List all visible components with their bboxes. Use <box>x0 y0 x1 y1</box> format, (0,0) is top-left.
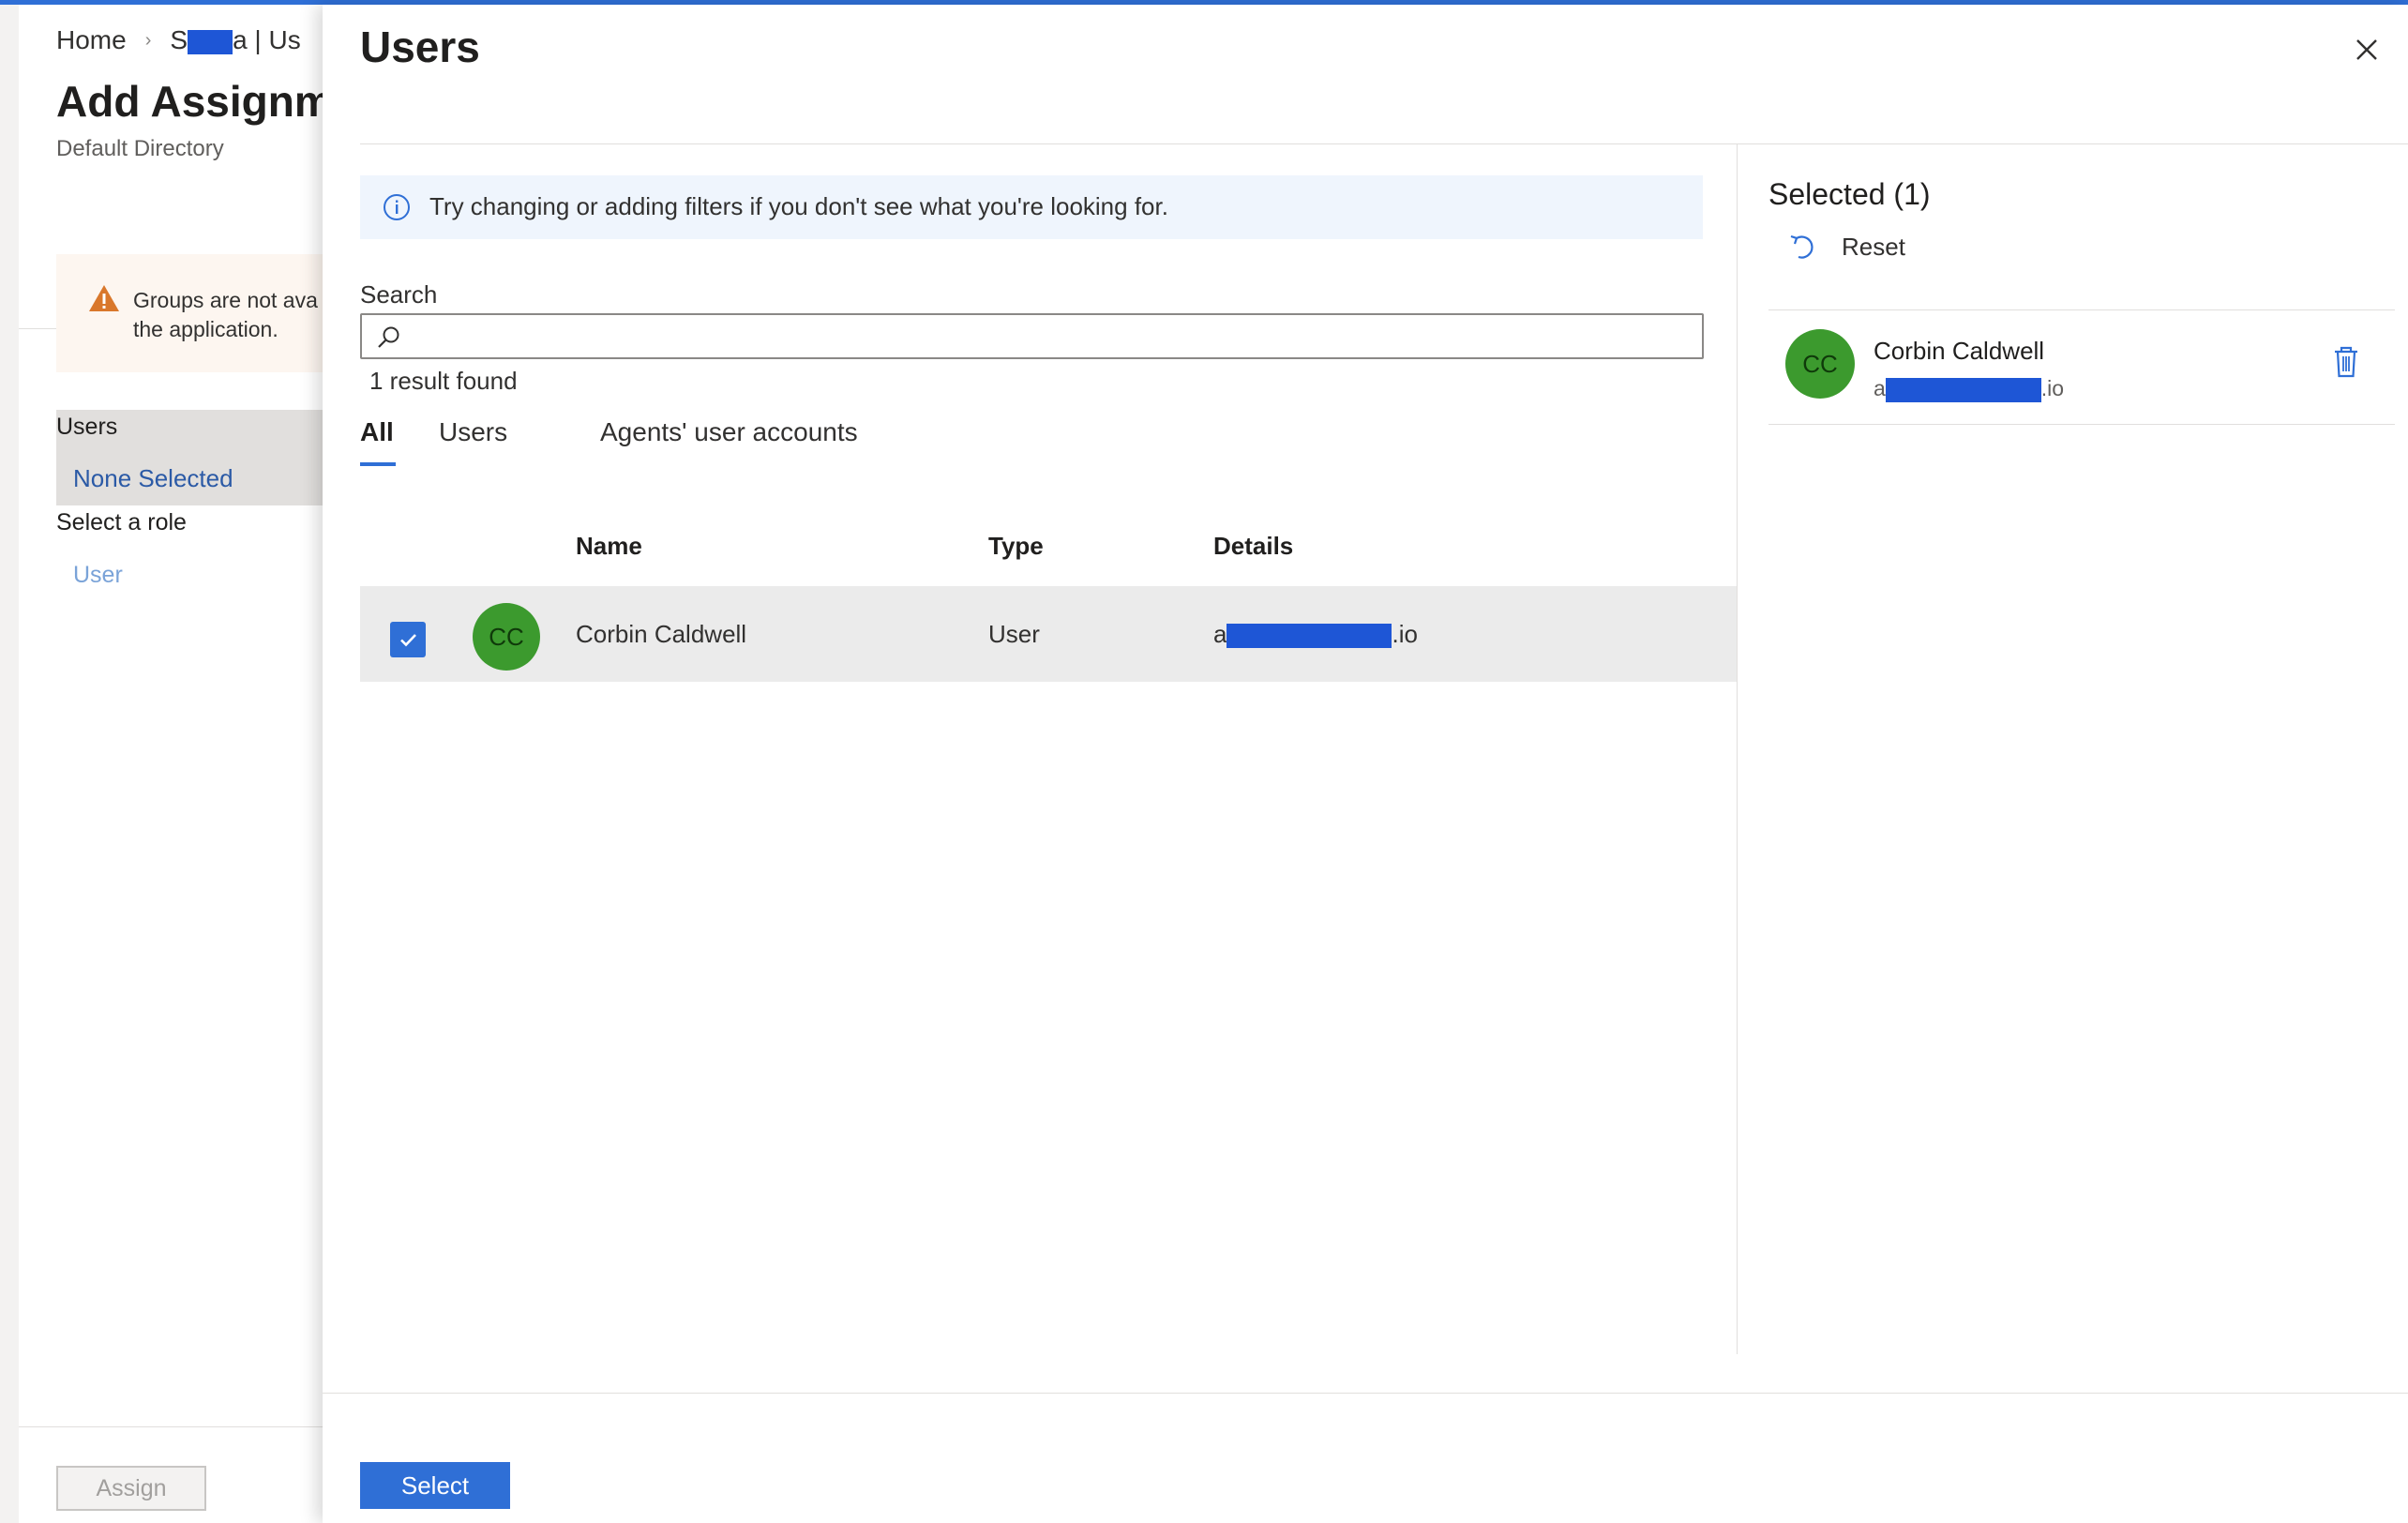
row-name: Corbin Caldwell <box>576 620 747 648</box>
role-label: Select a role <box>56 509 187 535</box>
search-box[interactable] <box>360 313 1704 359</box>
search-icon <box>378 326 399 348</box>
selected-count-title: Selected (1) <box>1768 177 1931 211</box>
info-text: Try changing or adding filters if you do… <box>429 192 1168 220</box>
column-header-type[interactable]: Type <box>988 532 1044 561</box>
page-title: Add Assignm <box>56 77 323 126</box>
select-button[interactable]: Select <box>360 1462 510 1509</box>
selected-item-email: a .io <box>1874 376 2065 402</box>
info-banner: Try changing or adding filters if you do… <box>360 175 1703 239</box>
users-panel: Users Try changing or adding filters if … <box>323 5 2408 1523</box>
result-count: 1 result found <box>369 367 518 395</box>
info-icon <box>384 194 410 220</box>
checkmark-icon <box>400 634 416 647</box>
warning-text: Groups are not ava the application. <box>133 288 318 341</box>
redaction-block <box>188 29 233 54</box>
selected-item-name: Corbin Caldwell <box>1874 337 2045 365</box>
divider <box>1768 424 2395 425</box>
role-value-link[interactable]: User <box>73 562 123 589</box>
search-label: Search <box>360 280 438 309</box>
close-icon[interactable] <box>2348 31 2385 68</box>
background-blade: Home › Sa | Us Add Assignm Default Direc… <box>0 5 323 1523</box>
divider <box>19 1426 323 1427</box>
row-checkbox[interactable] <box>390 622 426 657</box>
row-type: User <box>988 620 1040 648</box>
reset-button[interactable]: Reset <box>1787 226 1905 267</box>
column-header-details[interactable]: Details <box>1213 532 1293 561</box>
avatar: CC <box>1785 329 1855 399</box>
column-header-name[interactable]: Name <box>576 532 642 561</box>
divider <box>323 1393 2408 1394</box>
active-tab-indicator <box>360 462 396 466</box>
avatar: CC <box>473 603 540 671</box>
redaction-block <box>1885 377 2041 402</box>
trash-icon[interactable] <box>2329 342 2363 380</box>
reset-icon <box>1790 234 1814 259</box>
warning-icon <box>89 285 119 311</box>
divider <box>1768 309 2395 310</box>
users-section[interactable]: Users None Selected <box>56 410 323 505</box>
tab-all[interactable]: All <box>360 417 396 466</box>
redaction-block <box>1227 624 1392 649</box>
tab-users[interactable]: Users <box>439 417 507 447</box>
search-input[interactable] <box>414 315 1693 359</box>
left-gutter <box>0 5 19 1523</box>
warning-banner: Groups are not ava the application. <box>56 254 323 372</box>
divider <box>360 143 2408 144</box>
breadcrumb-app[interactable]: Sa | Us <box>170 25 300 55</box>
row-details: a .io <box>1213 620 1418 649</box>
vertical-divider <box>1737 144 1738 1354</box>
page-subtitle: Default Directory <box>56 136 224 161</box>
breadcrumb-home[interactable]: Home <box>56 25 127 55</box>
table-row[interactable]: CC Corbin Caldwell User a .io <box>360 586 1737 682</box>
tab-agents-user-accounts[interactable]: Agents' user accounts <box>600 417 858 447</box>
panel-title: Users <box>360 23 480 71</box>
breadcrumb: Home › Sa | Us <box>56 25 301 55</box>
chevron-right-icon: › <box>144 29 152 51</box>
assign-button[interactable]: Assign <box>56 1466 206 1511</box>
users-label: Users <box>56 414 118 440</box>
users-none-selected-link[interactable]: None Selected <box>73 464 233 493</box>
